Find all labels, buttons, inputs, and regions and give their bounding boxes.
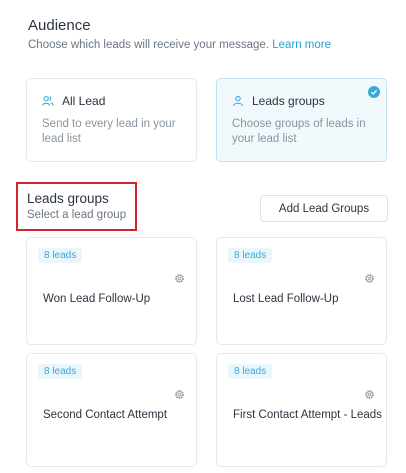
option-leads-groups-description: Choose groups of leads in your lead list — [232, 118, 366, 145]
option-leads-groups-header: Leads groups — [232, 94, 325, 108]
leads-groups-highlight — [16, 182, 137, 231]
leads-groups-subtitle: Select a lead group — [27, 209, 127, 221]
option-all-lead-title: All Lead — [62, 94, 106, 108]
option-all-lead-header: All Lead — [42, 94, 105, 108]
option-leads-groups[interactable]: Leads groups Choose groups of leads in y… — [216, 78, 387, 162]
gear-icon[interactable] — [174, 389, 185, 400]
group-card-second-contact[interactable]: 8 leads Second Contact Attempt — [26, 353, 197, 467]
audience-title: Audience — [28, 17, 91, 34]
leads-count-badge: 8 leads — [38, 364, 83, 379]
group-name: Lost Lead Follow-Up — [233, 293, 339, 305]
gear-icon[interactable] — [364, 389, 375, 400]
group-card-first-contact[interactable]: 8 leads First Contact Attempt - Leads — [216, 353, 387, 467]
audience-subtitle-text: Choose which leads will receive your mes… — [28, 39, 269, 51]
leads-count-badge: 8 leads — [228, 364, 273, 379]
group-name: Won Lead Follow-Up — [43, 293, 151, 305]
group-name: First Contact Attempt - Leads — [233, 409, 382, 421]
option-all-lead[interactable]: All Lead Send to every lead in your lead… — [26, 78, 197, 162]
option-leads-groups-title: Leads groups — [252, 94, 325, 108]
leads-count-badge: 8 leads — [228, 248, 273, 263]
users-icon — [42, 95, 54, 107]
group-card-won-lead[interactable]: 8 leads Won Lead Follow-Up — [26, 237, 197, 345]
leads-groups-title: Leads groups — [27, 191, 109, 206]
option-all-lead-description: Send to every lead in your lead list — [42, 118, 176, 145]
learn-more-link[interactable]: Learn more — [272, 39, 331, 51]
add-lead-groups-button[interactable]: Add Lead Groups — [260, 195, 388, 222]
group-card-lost-lead[interactable]: 8 leads Lost Lead Follow-Up — [216, 237, 387, 345]
gear-icon[interactable] — [364, 273, 375, 284]
group-name: Second Contact Attempt — [43, 409, 168, 421]
leads-count-badge: 8 leads — [38, 248, 83, 263]
check-icon — [368, 86, 380, 98]
gear-icon[interactable] — [174, 273, 185, 284]
audience-subtitle: Choose which leads will receive your mes… — [28, 39, 331, 51]
user-icon — [232, 95, 244, 107]
